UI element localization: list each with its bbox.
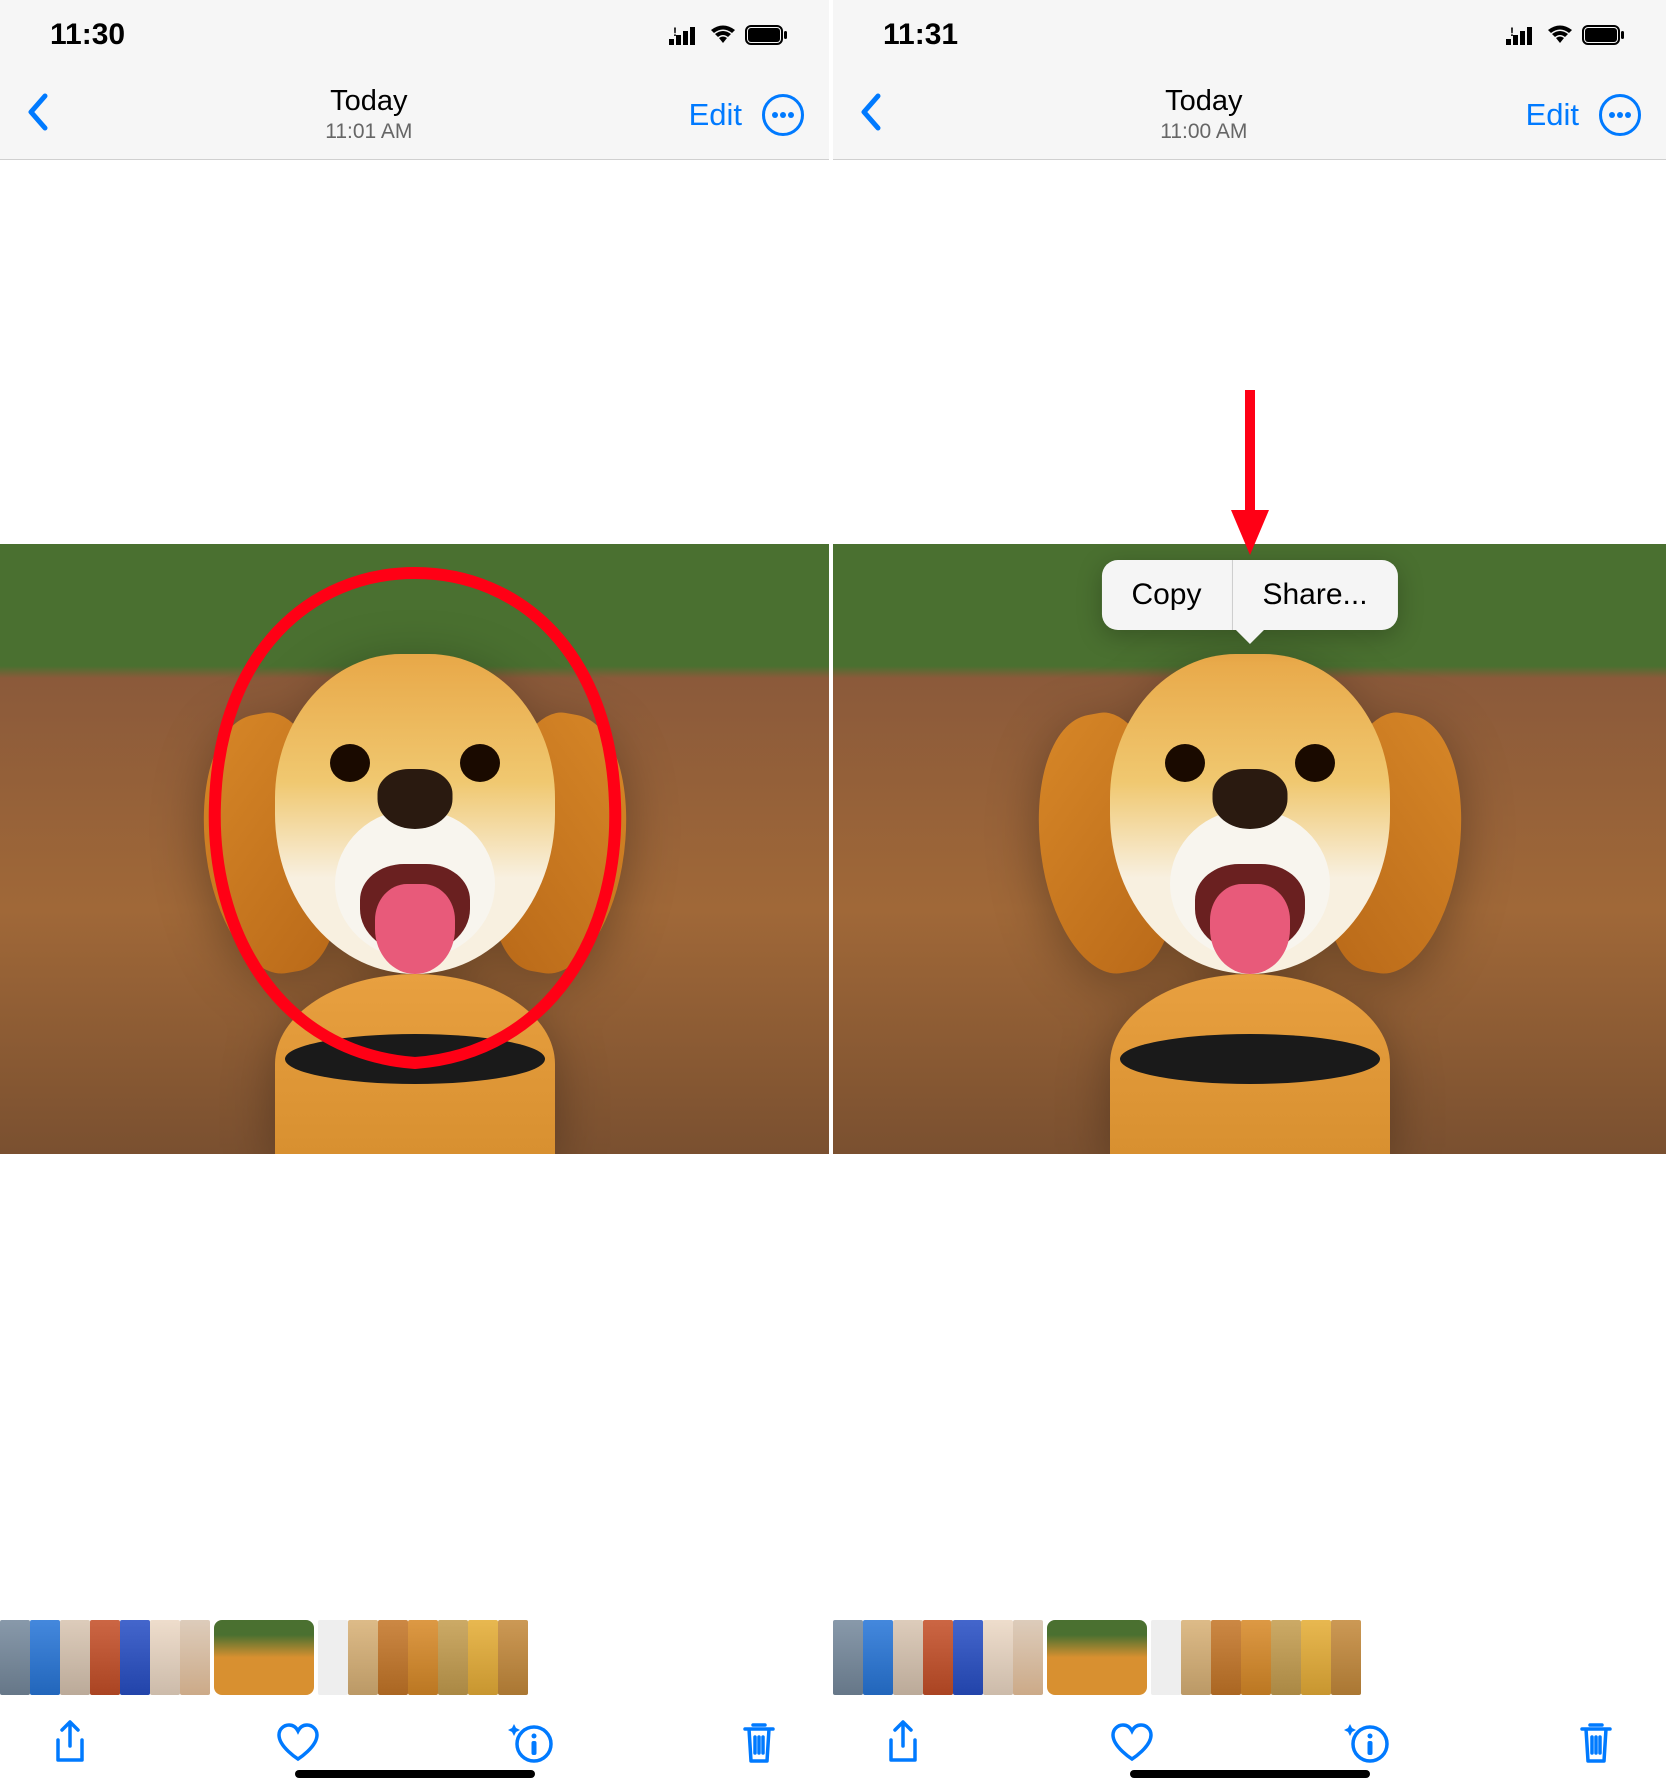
thumbnail[interactable] [348,1620,378,1695]
dog-subject[interactable] [1030,574,1470,1154]
nav-subtitle: 11:01 AM [325,120,412,144]
thumbnail[interactable] [90,1620,120,1695]
thumbnail[interactable] [150,1620,180,1695]
status-icons: ! [1506,25,1626,45]
photo-scrubber[interactable] [833,1617,1666,1697]
thumbnail[interactable] [1151,1620,1181,1695]
info-sparkle-icon [1342,1720,1390,1764]
thumbnail-current[interactable] [214,1620,314,1695]
share-button[interactable] [883,1718,923,1771]
favorite-button[interactable] [1109,1721,1155,1768]
nav-title-group: Today 11:01 AM [325,85,412,144]
status-time: 11:30 [50,18,125,52]
photo-background [0,544,829,1154]
trash-icon [1576,1719,1616,1765]
favorite-button[interactable] [275,1721,321,1768]
thumbnail[interactable] [180,1620,210,1695]
thumbnail[interactable] [318,1620,348,1695]
nav-bar: Today 11:01 AM Edit [0,70,829,160]
info-button[interactable] [1342,1720,1390,1769]
battery-icon [745,25,789,45]
nav-title: Today [1165,85,1242,118]
delete-button[interactable] [739,1719,779,1770]
chevron-left-icon [858,92,882,132]
thumbnail[interactable] [1301,1620,1331,1695]
ellipsis-icon [771,111,795,119]
edit-button[interactable]: Edit [1526,97,1579,133]
thumbnail[interactable] [408,1620,438,1695]
thumbnail[interactable] [120,1620,150,1695]
share-menu-item[interactable]: Share... [1232,560,1397,630]
thumbnail-current[interactable] [1047,1620,1147,1695]
photo-viewer[interactable] [0,160,829,1617]
heart-icon [275,1721,321,1763]
dog-subject[interactable] [195,574,635,1154]
back-button[interactable] [25,92,49,137]
delete-button[interactable] [1576,1719,1616,1770]
share-icon [883,1718,923,1766]
svg-text:!: ! [673,25,677,39]
photo-content [0,544,829,1154]
thumbnail[interactable] [1271,1620,1301,1695]
thumbnail[interactable] [60,1620,90,1695]
cellular-icon: ! [1506,25,1538,45]
heart-icon [1109,1721,1155,1763]
thumbnail[interactable] [923,1620,953,1695]
wifi-icon [709,25,737,45]
thumbnail[interactable] [893,1620,923,1695]
thumbnail[interactable] [953,1620,983,1695]
phone-screenshot-right: 11:31 ! Today 11:00 AM Edit Copy Share..… [833,0,1666,1792]
status-bar: 11:31 ! [833,0,1666,70]
thumbnail[interactable] [468,1620,498,1695]
thumbnail[interactable] [863,1620,893,1695]
wifi-icon [1546,25,1574,45]
nav-subtitle: 11:00 AM [1160,120,1247,144]
photo-viewer[interactable] [833,160,1666,1617]
battery-icon [1582,25,1626,45]
more-button[interactable] [762,94,804,136]
edit-button[interactable]: Edit [689,97,742,133]
phone-screenshot-left: 11:30 ! Today 11:01 AM Edit [0,0,833,1792]
status-icons: ! [669,25,789,45]
info-sparkle-icon [506,1720,554,1764]
context-menu: Copy Share... [1101,560,1397,630]
share-button[interactable] [50,1718,90,1771]
info-button[interactable] [506,1720,554,1769]
trash-icon [739,1719,779,1765]
nav-title-group: Today 11:00 AM [1160,85,1247,144]
thumbnail[interactable] [438,1620,468,1695]
thumbnail[interactable] [1331,1620,1361,1695]
more-button[interactable] [1599,94,1641,136]
home-indicator[interactable] [1130,1770,1370,1778]
status-time: 11:31 [883,18,958,52]
thumbnail[interactable] [0,1620,30,1695]
nav-title: Today [330,85,407,118]
thumbnail[interactable] [1013,1620,1043,1695]
home-indicator[interactable] [295,1770,535,1778]
thumbnail[interactable] [378,1620,408,1695]
arrow-annotation [1225,390,1275,560]
thumbnail[interactable] [1241,1620,1271,1695]
chevron-left-icon [25,92,49,132]
photo-scrubber[interactable] [0,1617,829,1697]
nav-bar: Today 11:00 AM Edit [833,70,1666,160]
thumbnail[interactable] [1181,1620,1211,1695]
nav-right-group: Edit [689,94,804,136]
svg-text:!: ! [1510,25,1514,39]
cellular-icon: ! [669,25,701,45]
copy-menu-item[interactable]: Copy [1101,560,1231,630]
thumbnail[interactable] [30,1620,60,1695]
thumbnail[interactable] [983,1620,1013,1695]
thumbnail[interactable] [1211,1620,1241,1695]
back-button[interactable] [858,92,882,137]
share-icon [50,1718,90,1766]
nav-right-group: Edit [1526,94,1641,136]
thumbnail[interactable] [833,1620,863,1695]
thumbnail[interactable] [498,1620,528,1695]
status-bar: 11:30 ! [0,0,829,70]
ellipsis-icon [1608,111,1632,119]
